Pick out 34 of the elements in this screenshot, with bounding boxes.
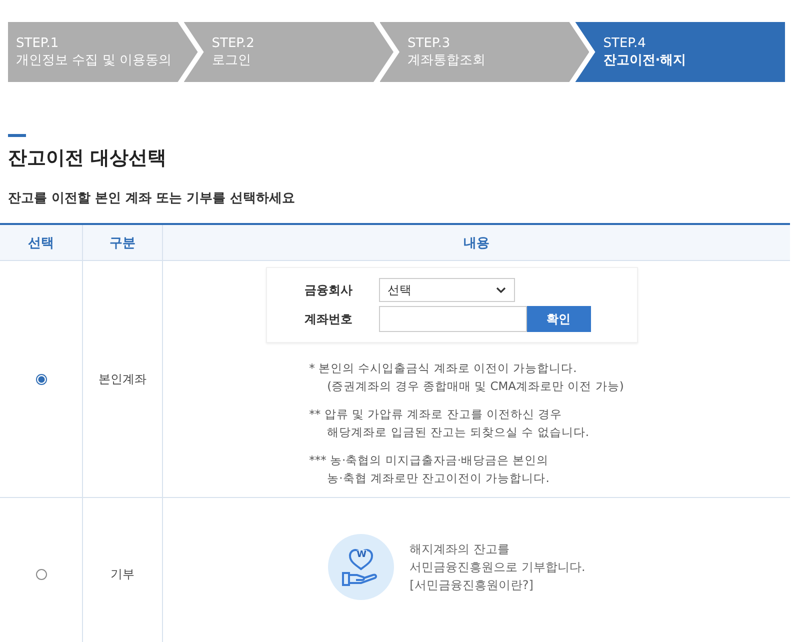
column-header: 구분 [83, 225, 163, 261]
step-label: 잔고이전·해지 [603, 52, 688, 69]
step-tab[interactable]: STEP.4 잔고이전·해지 [575, 22, 785, 82]
note-text: * 본인의 수시입출금식 계좌로 이전이 가능합니다. [309, 360, 578, 377]
account-number-field[interactable] [378, 306, 526, 332]
note-text: 농·축협 계좌로만 잔고이전이 가능합니다. [326, 470, 550, 487]
note-text: (증권계좌의 경우 종합매매 및 CMA계좌로만 이전 가능) [326, 378, 624, 395]
step-number: STEP.2 [212, 35, 256, 52]
step-label: 로그인 [212, 52, 252, 69]
field-label: 계좌번호 [304, 310, 354, 328]
step-label: 개인정보 수집 및 이용동의 [16, 52, 172, 69]
step-number: STEP.3 [408, 35, 452, 52]
company-dropdown[interactable]: 선택 [378, 278, 514, 302]
confirm-button[interactable]: 확인 [526, 306, 590, 332]
step-label: 계좌통합조회 [408, 52, 486, 69]
donation-text: 해지계좌의 잔고를 [410, 541, 510, 558]
column-header: 선택 [0, 225, 83, 261]
column-header: 내용 [163, 225, 790, 261]
radio-button[interactable] [36, 568, 46, 580]
instruction-text: 잔고를 이전할 본인 계좌 또는 기부를 선택하세요 [8, 190, 296, 207]
step-number: STEP.4 [603, 35, 647, 52]
table-cell: 본인계좌 [98, 370, 146, 388]
field-label: 금융회사 [304, 282, 354, 298]
section-title: 잔고이전 대상선택 [8, 146, 168, 171]
info-link[interactable]: [서민금융진흥원이란?] [410, 576, 586, 594]
step-number: STEP.1 [16, 35, 60, 52]
note-text: *** 농·축협의 미지급출자금·배당금은 본인의 [309, 452, 550, 469]
note-text: 해당계좌로 입금된 잔고는 되찾으실 수 없습니다. [326, 424, 590, 441]
icon-letter: W [356, 550, 367, 560]
chevron-down-icon [496, 287, 506, 293]
note-text: ** 압류 및 가압류 계좌로 잔고를 이전하신 경우 [309, 406, 564, 423]
donation-text: 서민금융진흥원으로 기부합니다. [410, 559, 586, 576]
radio-button[interactable] [36, 374, 46, 384]
table-cell: 기부 [110, 566, 134, 582]
